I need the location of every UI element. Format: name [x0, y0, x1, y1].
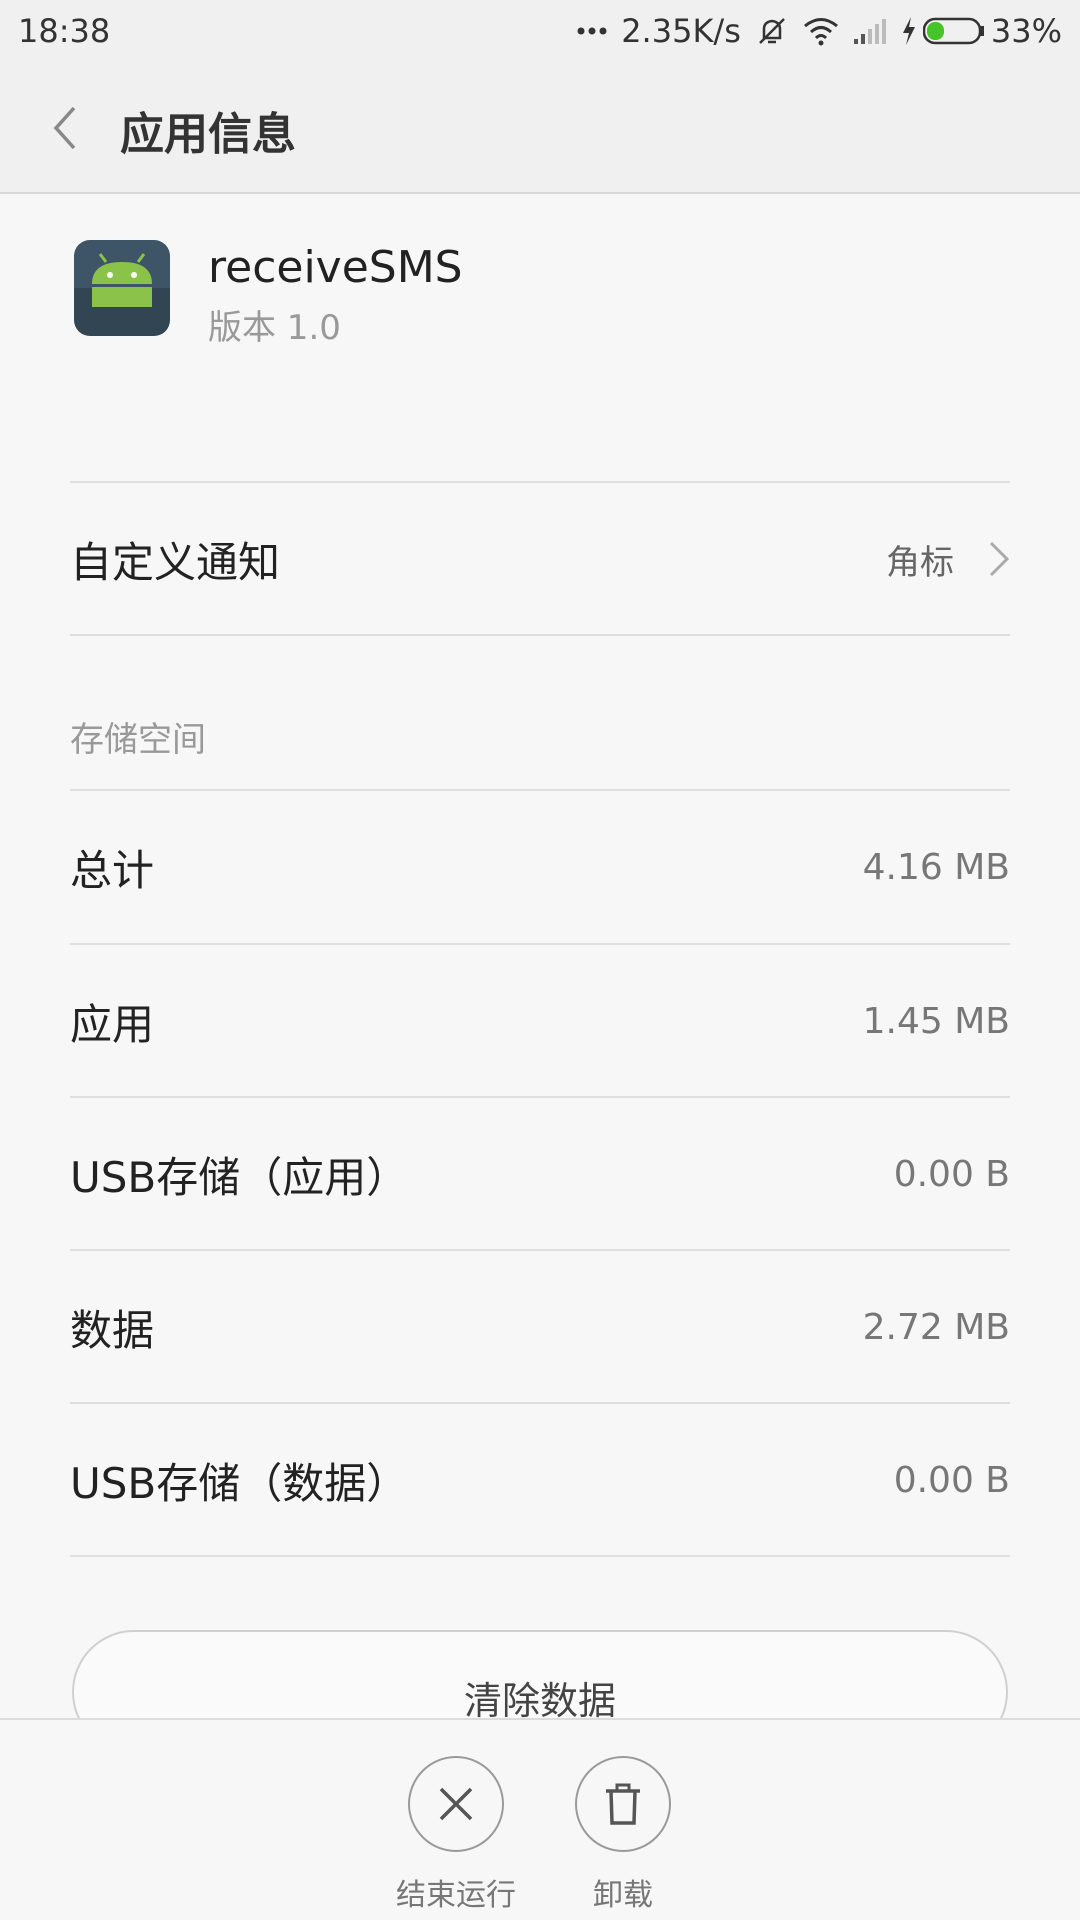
back-arrow-icon[interactable] — [48, 102, 84, 154]
status-icons: 2.35K/s 33% — [577, 12, 1062, 50]
storage-row-value: 1.45 MB — [862, 1000, 1010, 1042]
uninstall-circle — [575, 1756, 671, 1852]
storage-row-value: 4.16 MB — [862, 846, 1010, 888]
battery: 33% — [901, 12, 1062, 50]
storage-row-data: 数据 2.72 MB — [70, 1251, 1010, 1403]
storage-section-title: 存储空间 — [70, 720, 206, 760]
storage-row-total: 总计 4.16 MB — [70, 791, 1010, 943]
more-dots-icon — [577, 27, 607, 35]
storage-row-value: 0.00 B — [893, 1153, 1010, 1195]
force-stop-circle — [408, 1756, 504, 1852]
storage-row-label: USB存储（应用） — [70, 1152, 409, 1202]
storage-row-usb-data: USB存储（数据） 0.00 B — [70, 1404, 1010, 1556]
uninstall-label: 卸载 — [593, 1878, 653, 1913]
battery-icon — [922, 17, 984, 45]
app-bar: 应用信息 — [0, 62, 1080, 194]
storage-row-value: 0.00 B — [893, 1459, 1010, 1501]
battery-percent: 33% — [990, 12, 1062, 50]
storage-row-label: USB存储（数据） — [70, 1458, 409, 1508]
force-stop-button[interactable]: 结束运行 — [396, 1756, 516, 1914]
network-speed: 2.35K/s — [621, 12, 741, 50]
wifi-icon — [803, 18, 838, 46]
storage-row-value: 2.72 MB — [862, 1306, 1010, 1348]
chevron-right-icon — [989, 541, 1010, 577]
divider — [70, 634, 1010, 636]
android-robot-icon — [92, 253, 152, 307]
storage-row-label: 应用 — [70, 999, 155, 1049]
app-icon — [74, 240, 170, 336]
app-name: receiveSMS — [208, 242, 463, 293]
storage-row-label: 总计 — [70, 845, 155, 895]
app-version: 版本 1.0 — [208, 308, 341, 348]
battery-fill — [926, 22, 944, 40]
divider — [70, 1555, 1010, 1557]
custom-notification-row[interactable]: 自定义通知 角标 — [70, 483, 1010, 635]
mute-icon — [758, 18, 785, 44]
force-stop-label: 结束运行 — [396, 1878, 516, 1913]
bottom-action-bar: 结束运行 卸载 — [0, 1718, 1080, 1920]
storage-row-app: 应用 1.45 MB — [70, 945, 1010, 1097]
custom-notification-value: 角标 — [886, 542, 954, 583]
storage-row-usb-app: USB存储（应用） 0.00 B — [70, 1098, 1010, 1250]
uninstall-button[interactable]: 卸载 — [563, 1756, 683, 1914]
page-title: 应用信息 — [120, 109, 296, 160]
signal-icon — [853, 19, 886, 44]
app-header: receiveSMS 版本 1.0 — [0, 194, 1080, 482]
trash-icon — [606, 1783, 640, 1825]
custom-notification-right: 角标 — [886, 535, 1010, 584]
charging-icon — [902, 17, 915, 45]
custom-notification-label: 自定义通知 — [70, 537, 281, 587]
status-bar: 18:38 2.35K/s 33% — [0, 0, 1080, 62]
close-icon — [439, 1787, 473, 1821]
storage-row-label: 数据 — [70, 1305, 155, 1355]
status-time: 18:38 — [18, 12, 111, 50]
